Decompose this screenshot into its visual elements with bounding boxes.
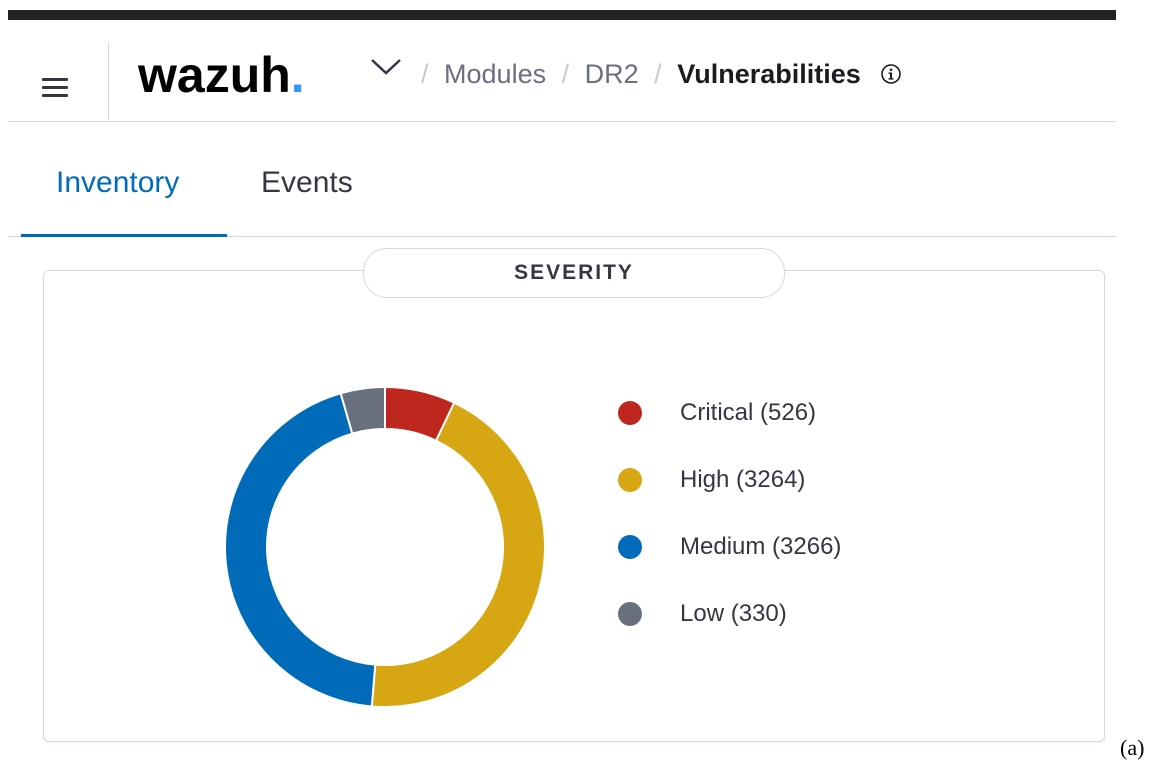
app-screen: wazuh. / Modules / DR2 / Vulnerabilities… bbox=[8, 0, 1116, 752]
header: wazuh. / Modules / DR2 / Vulnerabilities bbox=[8, 20, 1116, 122]
breadcrumb-separator: / bbox=[654, 59, 662, 89]
breadcrumb-modules[interactable]: Modules bbox=[444, 59, 546, 89]
legend-label-critical: Critical (526) bbox=[680, 399, 817, 426]
top-bar bbox=[8, 10, 1116, 20]
severity-donut-chart bbox=[223, 385, 546, 708]
active-tab-indicator bbox=[21, 234, 227, 237]
tab-inventory[interactable]: Inventory bbox=[56, 166, 179, 200]
legend-label-high: High (3264) bbox=[680, 466, 806, 493]
logo-text: wazuh bbox=[138, 47, 291, 103]
legend-swatch-critical bbox=[618, 401, 642, 425]
chevron-down-icon[interactable] bbox=[368, 56, 404, 78]
legend-swatch-low bbox=[618, 602, 642, 626]
breadcrumb-separator: / bbox=[561, 59, 570, 89]
hamburger-menu-icon[interactable] bbox=[42, 78, 68, 98]
legend-swatch-medium bbox=[618, 535, 642, 559]
donut-slice-high[interactable] bbox=[370, 401, 546, 708]
panel-title: SEVERITY bbox=[363, 248, 785, 298]
donut-slice-medium[interactable] bbox=[223, 392, 377, 708]
legend-label-medium: Medium (3266) bbox=[680, 533, 842, 560]
tab-events[interactable]: Events bbox=[261, 166, 353, 200]
legend-swatch-high bbox=[618, 468, 642, 492]
tab-bar: Inventory Events bbox=[8, 122, 1116, 237]
figure-label: (a) bbox=[1120, 735, 1145, 760]
header-divider bbox=[108, 42, 109, 120]
logo-dot: . bbox=[290, 47, 305, 103]
breadcrumb-separator: / bbox=[421, 59, 429, 89]
info-icon[interactable] bbox=[880, 63, 902, 85]
breadcrumb-agent[interactable]: DR2 bbox=[585, 59, 639, 89]
wazuh-logo[interactable]: wazuh. bbox=[138, 50, 305, 100]
page-title: Vulnerabilities bbox=[677, 59, 861, 89]
severity-panel bbox=[43, 270, 1105, 742]
breadcrumb: / Modules / DR2 / Vulnerabilities bbox=[413, 58, 902, 90]
legend-label-low: Low (330) bbox=[680, 600, 787, 627]
